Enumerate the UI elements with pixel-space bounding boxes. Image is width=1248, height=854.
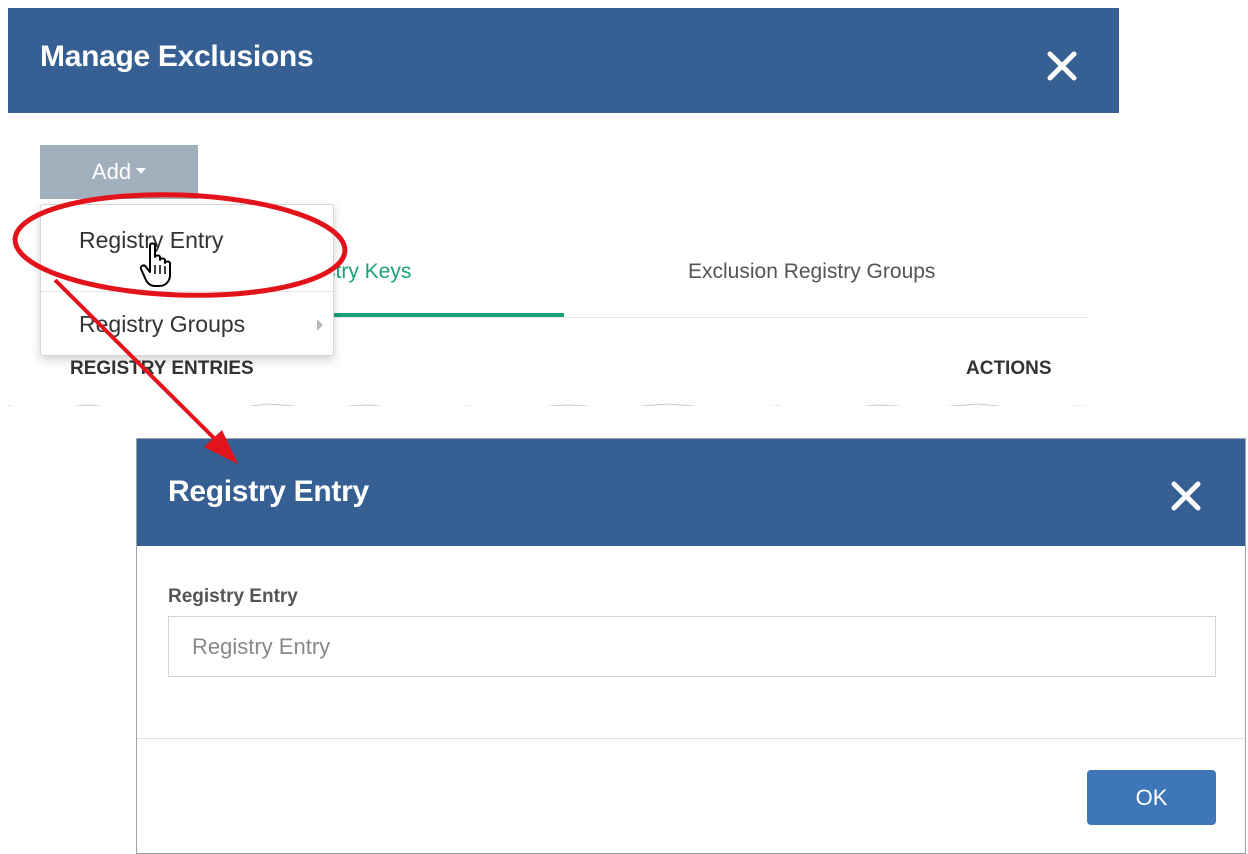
caret-down-icon	[136, 168, 147, 175]
tab-exclusion-registry-keys[interactable]: stry Keys	[325, 260, 411, 284]
registry-entry-field-label: Registry Entry	[168, 586, 298, 607]
registry-entry-input[interactable]	[168, 616, 1216, 677]
column-header-registry-entries: REGISTRY ENTRIES	[70, 358, 254, 379]
chevron-right-icon	[317, 319, 323, 331]
column-header-actions: ACTIONS	[966, 358, 1052, 379]
ok-button[interactable]: OK	[1087, 770, 1216, 825]
footer-divider	[137, 738, 1245, 739]
menu-divider	[41, 291, 333, 292]
add-button[interactable]: Add	[40, 145, 198, 199]
close-icon[interactable]	[1045, 49, 1079, 83]
menu-item-label: Registry Entry	[79, 227, 224, 253]
dialog-header: Manage Exclusions	[8, 8, 1119, 113]
dialog-title: Manage Exclusions	[40, 40, 314, 73]
tab-exclusion-registry-groups[interactable]: Exclusion Registry Groups	[688, 260, 935, 284]
menu-item-registry-groups[interactable]: Registry Groups	[41, 301, 333, 347]
menu-item-registry-entry[interactable]: Registry Entry	[41, 217, 333, 263]
dialog-title: Registry Entry	[168, 475, 369, 508]
dialog-header: Registry Entry	[137, 439, 1245, 546]
close-icon[interactable]	[1169, 479, 1203, 513]
torn-edge	[8, 403, 1089, 406]
add-dropdown-menu: Registry Entry Registry Groups	[40, 204, 334, 356]
registry-entry-dialog: Registry Entry Registry Entry OK	[136, 438, 1246, 854]
add-button-label: Add	[91, 159, 132, 184]
menu-item-label: Registry Groups	[79, 311, 246, 337]
